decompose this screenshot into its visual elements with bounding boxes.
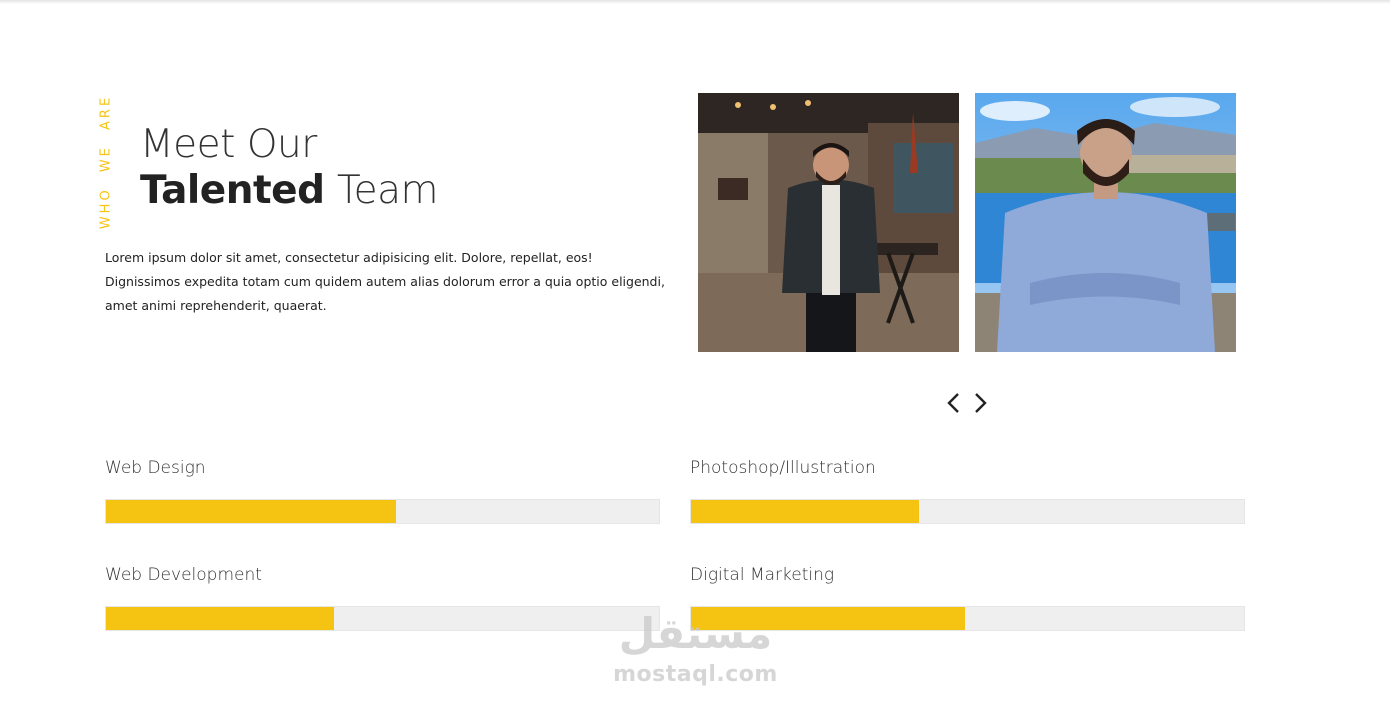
chevron-right-icon: [975, 393, 987, 413]
skill-label: Digital Marketing: [690, 565, 835, 585]
team-member-photo-outdoor: [975, 93, 1236, 352]
section-eyebrow: Who we are: [96, 95, 116, 229]
eyebrow-text: Who we are: [98, 94, 114, 230]
carousel-nav: [944, 391, 990, 415]
skill-progress-track: [105, 499, 660, 524]
skill-photoshop-illustration: Photoshop/Illustration: [690, 457, 1245, 524]
skill-web-development: Web Development: [105, 564, 660, 631]
team-member-photo-indoor: [698, 93, 959, 352]
carousel-prev-button[interactable]: [944, 391, 962, 415]
header-shadow: [0, 0, 1390, 4]
skill-progress-fill: [106, 607, 335, 630]
heading-light-word: Team: [336, 168, 439, 213]
chevron-left-icon: [947, 393, 959, 413]
heading-line-1: Meet Our: [140, 122, 317, 167]
heading-bold-word: Talented: [140, 168, 325, 213]
skill-progress-fill: [691, 500, 920, 523]
team-photo-1[interactable]: [698, 93, 959, 352]
mostaql-watermark: مستقل mostaql.com: [608, 606, 783, 688]
skill-label: Photoshop/Illustration: [690, 458, 876, 478]
team-photo-2[interactable]: [975, 93, 1236, 352]
watermark-arabic: مستقل: [618, 609, 773, 658]
skill-progress-fill: [106, 500, 397, 523]
heading-line-2: Talented Team: [140, 168, 439, 214]
skill-web-design: Web Design: [105, 457, 660, 524]
skill-progress-track: [690, 499, 1245, 524]
watermark-latin: mostaql.com: [613, 662, 778, 687]
skill-label: Web Design: [105, 458, 206, 478]
carousel-next-button[interactable]: [972, 391, 990, 415]
page: Who we are Meet Our Talented Team Lorem …: [0, 0, 1390, 707]
skill-label: Web Development: [105, 565, 262, 585]
skill-progress-track: [105, 606, 660, 631]
section-heading: Meet Our Talented Team: [140, 122, 439, 214]
section-description: Lorem ipsum dolor sit amet, consectetur …: [105, 250, 665, 313]
